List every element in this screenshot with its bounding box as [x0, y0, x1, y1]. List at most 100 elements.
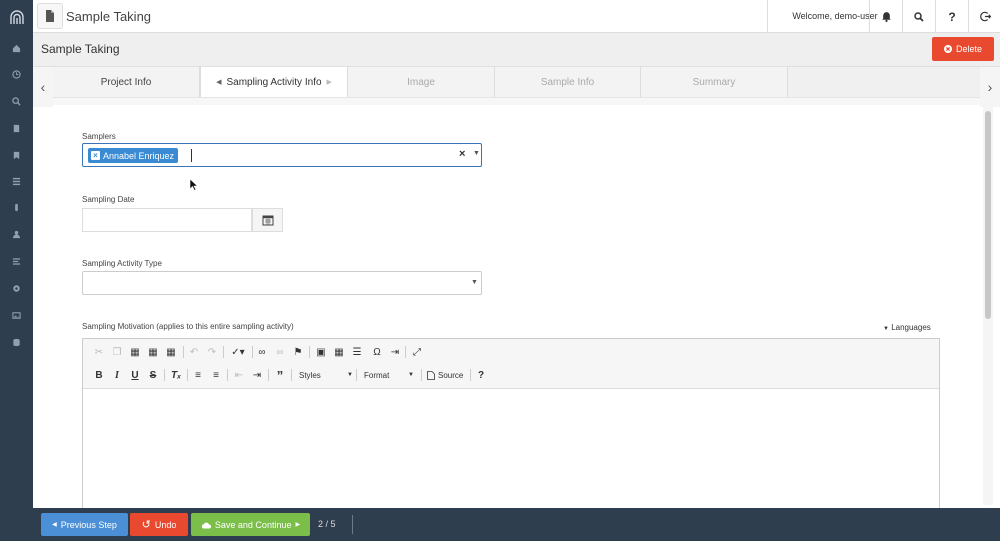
remove-format-icon[interactable]: Tₓ [170, 368, 182, 382]
mouse-pointer-icon [190, 179, 198, 191]
sidebar-item-search[interactable] [0, 90, 33, 112]
caret-down-icon: ▼ [883, 326, 889, 332]
source-label: Source [438, 370, 464, 380]
tabs-prev-arrow[interactable]: ‹ [33, 67, 53, 107]
underline-icon[interactable]: U [129, 368, 141, 382]
numbered-list-icon[interactable]: ≡ [192, 368, 204, 382]
italic-icon[interactable]: I [111, 368, 123, 382]
redo-icon[interactable]: ↷ [206, 345, 218, 359]
editor-content-area[interactable] [83, 389, 939, 509]
maximize-icon[interactable]: ⤢ [411, 345, 423, 359]
styles-dropdown[interactable]: Styles ▼ [299, 368, 353, 382]
styles-label: Styles [299, 370, 321, 380]
horizontal-line-icon[interactable]: ☰ [351, 345, 363, 359]
scrollbar-thumb[interactable] [985, 111, 991, 319]
samplers-label: Samplers [82, 132, 116, 141]
sidebar-item-list[interactable] [0, 170, 33, 192]
tab-label: Image [407, 76, 435, 88]
app-logo[interactable] [5, 5, 28, 28]
delete-button[interactable]: Delete [932, 37, 994, 61]
top-bar: Sample Taking Welcome, demo-user ? [33, 0, 1000, 33]
tab-project-info[interactable]: Project Info [53, 67, 200, 97]
caret-down-icon: ▼ [408, 372, 414, 378]
search-button[interactable] [902, 0, 935, 33]
format-label: Format [364, 370, 390, 380]
format-dropdown[interactable]: Format ▼ [364, 368, 414, 382]
blockquote-icon[interactable]: ” [273, 368, 287, 383]
sampling-date-input[interactable] [82, 208, 252, 232]
previous-step-label: Previous Step [60, 519, 117, 530]
bold-icon[interactable]: B [93, 368, 105, 382]
motivation-label: Sampling Motivation (applies to this ent… [82, 322, 294, 331]
source-button[interactable]: Source [427, 368, 463, 382]
document-button[interactable] [37, 3, 63, 29]
link-icon[interactable]: ∞ [256, 345, 268, 359]
sampler-chip[interactable]: × Annabel Enriquez [88, 148, 179, 163]
tab-summary[interactable]: Summary [641, 67, 788, 97]
sidebar-item-home[interactable] [0, 37, 33, 59]
copy-icon[interactable]: ❐ [111, 345, 123, 359]
paste-icon[interactable]: ▦ [129, 345, 141, 359]
activity-type-select[interactable]: ▼ [82, 271, 482, 295]
save-and-continue-button[interactable]: Save and Continue ▶ [191, 513, 310, 536]
logout-button[interactable] [968, 0, 1000, 33]
spellcheck-icon[interactable]: ✓▾ [228, 345, 248, 359]
paste-word-icon[interactable]: ▦ [165, 345, 177, 359]
toolbar-separator [356, 369, 357, 381]
sidebar-item-users[interactable] [0, 223, 33, 245]
toolbar-separator [309, 346, 310, 358]
toolbar-separator [187, 369, 188, 381]
sidebar-item-samples[interactable] [0, 196, 33, 218]
bulleted-list-icon[interactable]: ≡ [210, 368, 222, 382]
motivation-editor[interactable]: ✂ ❐ ▦ ▦ ▦ ↶ ↷ ✓▾ ∞ ∞ ⚑ ▣ ▦ ☰ Ω ⇥ ⤢ B I U… [82, 338, 940, 510]
clear-icon[interactable]: × [459, 148, 465, 160]
content-scrollbar[interactable] [983, 105, 993, 505]
bookmark-icon [13, 151, 20, 159]
sidebar-item-bookmarks[interactable] [0, 144, 33, 166]
tab-sample-info[interactable]: Sample Info [495, 67, 641, 97]
caret-down-icon: ▼ [347, 372, 353, 378]
image-icon [12, 311, 21, 319]
languages-toggle[interactable]: ▼ Languages [883, 323, 931, 332]
calendar-icon [262, 215, 273, 226]
sidebar-item-database[interactable] [0, 331, 33, 353]
remove-chip-icon[interactable]: × [91, 151, 100, 160]
logout-icon [979, 11, 991, 22]
sidebar-item-reports[interactable] [0, 250, 33, 272]
sidebar-item-history[interactable] [0, 63, 33, 85]
help-button[interactable]: ? [935, 0, 968, 33]
anchor-flag-icon[interactable]: ⚑ [292, 345, 304, 359]
tabs-next-arrow[interactable]: › [980, 67, 1000, 107]
dropdown-caret-icon: ▼ [471, 279, 478, 286]
table-icon[interactable]: ▦ [333, 345, 345, 359]
caret-right-icon: ▶ [295, 522, 301, 528]
notifications-button[interactable] [869, 0, 902, 33]
strikethrough-icon[interactable]: S [147, 368, 159, 382]
previous-step-button[interactable]: ◀ Previous Step [41, 513, 128, 536]
paste-text-icon[interactable]: ▦ [147, 345, 159, 359]
image-icon[interactable]: ▣ [315, 345, 327, 359]
unlink-icon[interactable]: ∞ [274, 345, 286, 359]
page-header: Sample Taking Delete [33, 33, 1000, 67]
dropdown-caret-icon[interactable]: ▼ [473, 150, 480, 157]
bell-icon [881, 12, 891, 22]
special-char-icon[interactable]: Ω [371, 345, 383, 359]
undo-button[interactable]: ↺ Undo [130, 513, 188, 536]
sidebar-item-documents[interactable] [0, 117, 33, 139]
page-break-icon[interactable]: ⇥ [389, 345, 401, 359]
samplers-multiselect[interactable]: × Annabel Enriquez × ▼ [82, 143, 482, 167]
calendar-button[interactable] [252, 208, 283, 232]
sidebar-item-images[interactable] [0, 304, 33, 326]
tab-image[interactable]: Image [348, 67, 495, 97]
toolbar-separator [183, 346, 184, 358]
sidebar-item-settings[interactable] [0, 277, 33, 299]
outdent-icon[interactable]: ⇤ [233, 368, 245, 382]
cut-icon[interactable]: ✂ [93, 345, 105, 359]
file-icon [46, 10, 54, 22]
tab-label: Summary [692, 76, 736, 88]
undo-icon[interactable]: ↶ [188, 345, 200, 359]
help-icon[interactable]: ? [475, 368, 487, 382]
indent-icon[interactable]: ⇥ [251, 368, 263, 382]
tab-sampling-activity-info[interactable]: ◀ Sampling Activity Info ▶ [200, 67, 348, 97]
undo-label: Undo [154, 519, 177, 530]
